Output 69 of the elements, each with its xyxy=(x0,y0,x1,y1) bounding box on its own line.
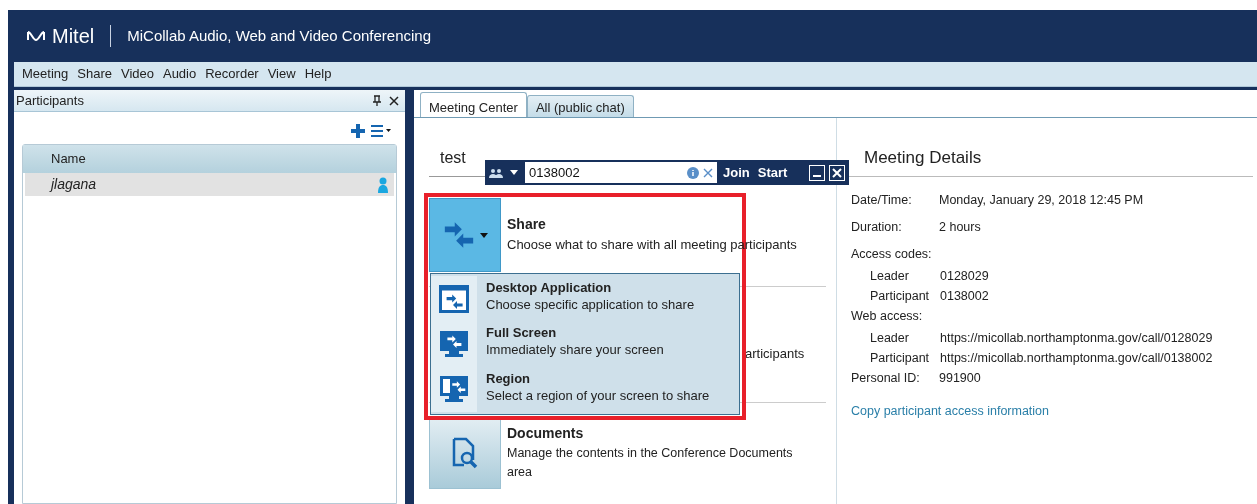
region-share-icon xyxy=(439,375,469,404)
list-menu-icon[interactable] xyxy=(371,125,391,137)
menu-item[interactable]: Recorder xyxy=(205,64,259,84)
detail-label: Access codes: xyxy=(851,247,932,261)
menu-item-description: Choose specific application to share xyxy=(486,296,695,314)
clear-icon[interactable] xyxy=(703,167,713,178)
detail-value: https://micollab.northamptonma.gov/call/0138002 xyxy=(940,350,1213,367)
bar-button[interactable]: Start xyxy=(755,162,790,183)
panel-title: Participants xyxy=(16,91,84,110)
share-button[interactable] xyxy=(429,198,501,272)
meeting-title: test xyxy=(440,148,466,168)
minimize-icon[interactable] xyxy=(809,164,825,181)
participant-name: jlagana xyxy=(51,175,97,194)
detail-value: 2 hours xyxy=(939,219,981,236)
menu-item-title: Desktop Application xyxy=(486,280,613,296)
detail-label: Duration: xyxy=(851,219,903,236)
code-field[interactable]: 0138002 xyxy=(525,162,717,183)
caret-icon xyxy=(480,232,488,238)
tab[interactable]: Meeting Center xyxy=(420,92,527,117)
detail-value: 991900 xyxy=(939,370,981,387)
share-menu-item[interactable]: Full Screen Immediately share your screen xyxy=(431,321,739,367)
share-menu-item[interactable]: Region Select a region of your screen to share xyxy=(431,366,739,412)
documents-button[interactable] xyxy=(429,417,501,489)
menu-item-title: Region xyxy=(486,370,532,387)
menu-item[interactable]: Meeting xyxy=(22,64,69,84)
detail-value: https://micollab.northamptonma.gov/call/0128029 xyxy=(940,330,1213,347)
group-icon[interactable] xyxy=(489,167,503,178)
detail-label: Personal ID: xyxy=(851,370,921,387)
menu-item[interactable]: Share xyxy=(77,64,112,84)
detail-value: 0138002 xyxy=(940,288,989,305)
column-header[interactable]: Name xyxy=(23,145,396,173)
participant-row[interactable]: jlagana xyxy=(25,173,394,196)
menu-item-description: Immediately share your screen xyxy=(486,341,664,360)
detail-label: Date/Time: xyxy=(851,192,913,209)
detail-label: Leader xyxy=(870,268,910,285)
info-icon[interactable] xyxy=(687,166,699,179)
partial-description: articipants xyxy=(745,345,805,363)
detail-value: 0128029 xyxy=(940,268,989,285)
person-icon xyxy=(378,176,388,193)
logo-icon xyxy=(26,30,46,42)
code-value: 0138002 xyxy=(529,163,581,182)
menu-item[interactable]: Audio xyxy=(162,64,197,84)
details-title: Meeting Details xyxy=(864,146,982,169)
logo-text: Mitel xyxy=(52,24,95,49)
monitor-share-icon xyxy=(439,330,469,358)
menu-item-title: Full Screen xyxy=(486,325,558,342)
close-icon[interactable] xyxy=(389,95,399,106)
detail-label: Participant xyxy=(870,350,931,367)
detail-label: Participant xyxy=(870,288,931,305)
card-title: Documents xyxy=(507,424,585,443)
detail-value: Monday, January 29, 2018 12:45 PM xyxy=(939,192,1144,209)
copy-link[interactable]: Copy participant access information xyxy=(851,402,1253,421)
detail-label: Leader xyxy=(870,330,910,347)
document-search-icon xyxy=(451,437,479,469)
detail-label: Web access: xyxy=(851,309,923,323)
tab[interactable]: All (public chat) xyxy=(526,95,634,117)
pin-icon[interactable] xyxy=(373,95,381,106)
menu-item[interactable]: Help xyxy=(304,64,332,84)
bar-button[interactable]: Join xyxy=(721,162,752,183)
menu-item-description: Select a region of your screen to share xyxy=(486,386,710,405)
window-title: MiCollab Audio, Web and Video Conferencing xyxy=(127,25,432,46)
caret-icon[interactable] xyxy=(510,170,518,175)
menu-item[interactable]: Video xyxy=(120,64,154,84)
share-menu-item[interactable]: Desktop Application Choose specific application to share xyxy=(431,276,739,322)
card-description: Manage the contents in the Conference Documents area xyxy=(507,445,794,481)
window-share-icon xyxy=(439,284,469,313)
menu-item[interactable]: View xyxy=(267,64,296,84)
add-icon[interactable] xyxy=(351,124,365,138)
card-title: Share xyxy=(507,215,547,234)
